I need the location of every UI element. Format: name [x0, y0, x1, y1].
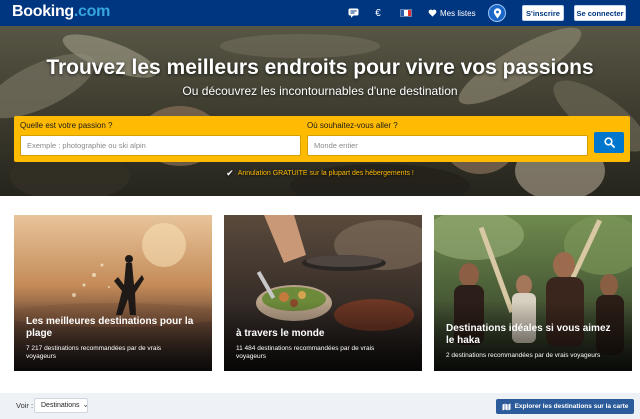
- card-title-line1: à travers le monde: [236, 328, 325, 339]
- card-desc-line1: 7 217 destinations recommandées par de v…: [26, 345, 162, 352]
- card-desc-line2: voyageurs: [236, 353, 266, 360]
- logo-domain-text: .com: [73, 3, 111, 20]
- register-button[interactable]: S'inscrire: [522, 5, 564, 21]
- card-title-line2: le haka: [446, 335, 480, 346]
- card-desc-line1: 11 484 destinations recommandées par de …: [236, 345, 375, 352]
- top-navigation-bar: Booking.com € Mes listes S'inscrire Se c…: [0, 0, 640, 26]
- destination-card-haka[interactable]: Destinations idéales si vous aimez le ha…: [434, 215, 632, 371]
- explore-map-label: Explorer les destinations sur la carte: [514, 403, 629, 410]
- chat-icon[interactable]: [344, 0, 362, 26]
- view-select[interactable]: Destinations: [34, 398, 88, 413]
- hero-subtitle: Ou découvrez les incontournables d'une d…: [182, 84, 458, 98]
- login-button[interactable]: Se connecter: [574, 5, 626, 21]
- map-icon: [502, 403, 511, 410]
- explore-map-button[interactable]: Explorer les destinations sur la carte: [496, 399, 634, 414]
- passion-label: Quelle est votre passion ?: [20, 121, 113, 130]
- logo-main-text: Booking: [12, 3, 74, 20]
- flag-fr-icon[interactable]: [396, 0, 416, 26]
- search-icon: [603, 137, 615, 148]
- currency-symbol: €: [375, 7, 381, 19]
- hero-title: Trouvez les meilleurs endroits pour vivr…: [46, 56, 594, 79]
- destination-label: Où souhaitez-vous aller ?: [307, 121, 398, 130]
- destination-card-food[interactable]: à travers le monde 11 484 destinations r…: [224, 215, 422, 371]
- destination-card-beach[interactable]: Les meilleures destinations pour la plag…: [14, 215, 212, 371]
- destination-input[interactable]: [307, 135, 588, 156]
- bottom-toolbar: Voir : Destinations Explorer les destina…: [0, 393, 640, 419]
- card-title-line1: Les meilleures destinations pour la: [26, 316, 194, 327]
- card-title-line1: Destinations idéales si vous aimez: [446, 323, 611, 334]
- hero-banner: Trouvez les meilleurs endroits pour vivr…: [0, 26, 640, 196]
- my-lists-label: Mes listes: [440, 8, 476, 18]
- heart-icon: [428, 9, 437, 17]
- search-button[interactable]: [594, 132, 624, 153]
- search-box: Quelle est votre passion ? Où souhaitez-…: [14, 116, 630, 162]
- booking-logo[interactable]: Booking.com: [12, 3, 110, 21]
- view-select-value: Destinations: [41, 402, 80, 409]
- card-desc-line1: 2 destinations recommandées par de vrais…: [446, 352, 601, 359]
- passion-input[interactable]: [20, 135, 301, 156]
- checkmark-icon: ✔: [226, 168, 234, 178]
- my-lists-link[interactable]: Mes listes: [428, 0, 476, 26]
- free-cancellation-note: ✔ Annulation GRATUITE sur la plupart des…: [0, 168, 640, 179]
- free-cancellation-text: Annulation GRATUITE sur la plupart des h…: [237, 170, 414, 177]
- chevron-down-icon: [83, 404, 87, 407]
- map-pin-icon[interactable]: [486, 0, 508, 26]
- card-desc-line2: voyageurs: [26, 353, 56, 360]
- card-title-line2: plage: [26, 328, 53, 339]
- view-label: Voir :: [16, 401, 34, 410]
- currency-icon[interactable]: €: [370, 0, 386, 26]
